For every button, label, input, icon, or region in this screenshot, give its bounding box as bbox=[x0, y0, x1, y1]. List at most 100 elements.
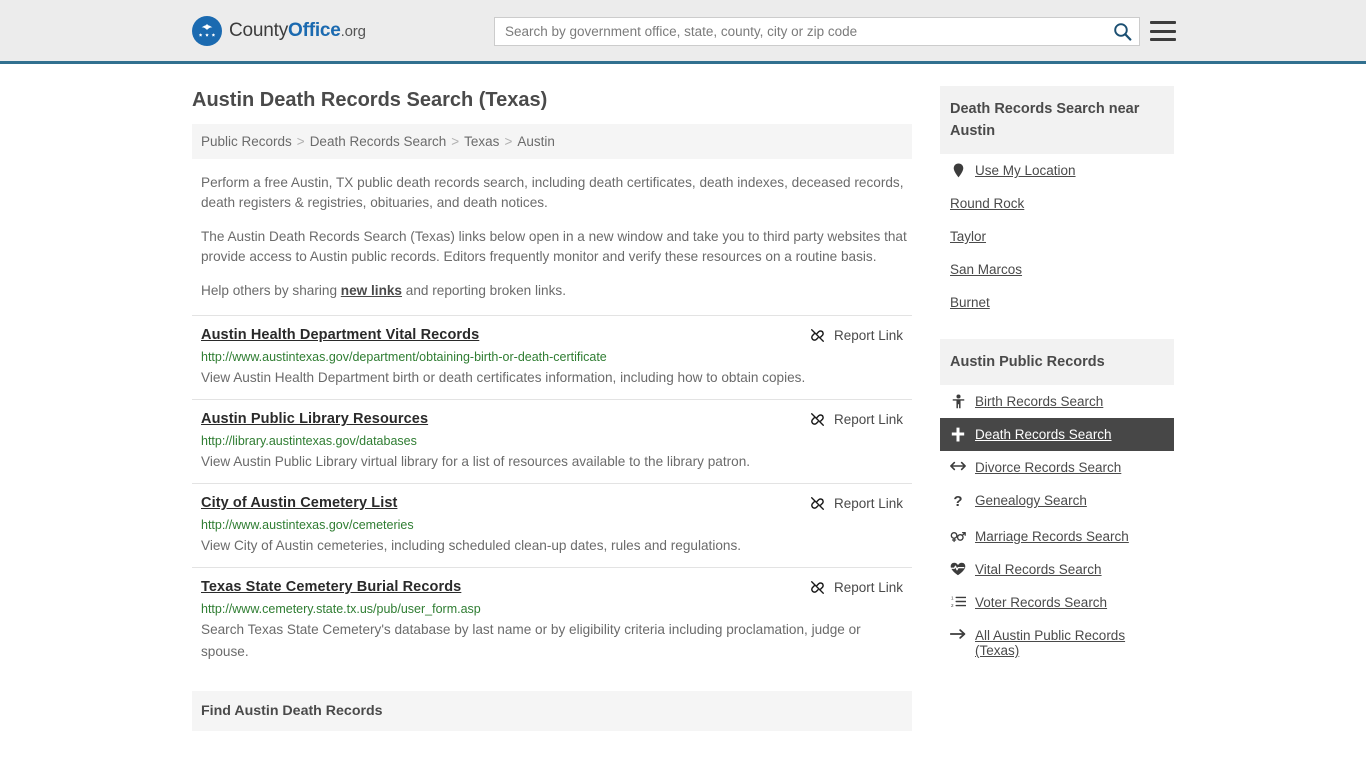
hamburger-bar bbox=[1150, 21, 1176, 24]
logo-county: County bbox=[229, 19, 289, 41]
broken-link-icon bbox=[810, 581, 824, 594]
help-line-after: and reporting broken links. bbox=[402, 283, 566, 298]
svg-text:2: 2 bbox=[951, 603, 954, 608]
sidebar-records-label[interactable]: Divorce Records Search bbox=[975, 460, 1121, 475]
report-link-button[interactable]: Report Link bbox=[789, 579, 903, 596]
report-link-button[interactable]: Report Link bbox=[789, 411, 903, 428]
sidebar-item-divorce-records-search[interactable]: Divorce Records Search bbox=[940, 451, 1174, 484]
sidebar-records-heading: Austin Public Records bbox=[940, 339, 1174, 385]
arrow-right-icon bbox=[950, 628, 966, 640]
breadcrumb-item-death-records-search[interactable]: Death Records Search bbox=[310, 134, 447, 149]
sidebar-records-label[interactable]: All Austin Public Records (Texas) bbox=[975, 628, 1164, 658]
result-title-link[interactable]: Austin Public Library Resources bbox=[201, 411, 428, 427]
result-url[interactable]: http://library.austintexas.gov/databases bbox=[201, 434, 903, 448]
broken-link-icon bbox=[810, 413, 824, 426]
search-button[interactable] bbox=[1105, 18, 1139, 45]
page-body: Austin Death Records Search (Texas) Publ… bbox=[0, 64, 1366, 731]
hamburger-bar bbox=[1150, 29, 1176, 33]
result-description: View City of Austin cemeteries, includin… bbox=[201, 538, 742, 553]
broken-link-icon bbox=[810, 329, 824, 342]
sidebar-records-label[interactable]: Death Records Search bbox=[975, 427, 1112, 442]
breadcrumb-separator: > bbox=[451, 134, 460, 149]
search-bar[interactable] bbox=[494, 17, 1140, 46]
result-url[interactable]: http://www.austintexas.gov/cemeteries bbox=[201, 518, 903, 532]
svg-text:1: 1 bbox=[951, 595, 954, 600]
result-header: City of Austin Cemetery List Report Link bbox=[201, 495, 903, 512]
report-link-label: Report Link bbox=[833, 412, 903, 427]
sidebar-near-label[interactable]: Burnet bbox=[950, 295, 990, 310]
sidebar-item-birth-records-search[interactable]: Birth Records Search bbox=[940, 385, 1174, 418]
broken-link-icon bbox=[810, 497, 824, 510]
sidebar-item-voter-records-search[interactable]: 1 2 Voter Records Search bbox=[940, 586, 1174, 619]
result-title-link[interactable]: City of Austin Cemetery List bbox=[201, 495, 397, 511]
result-description: View Austin Health Department birth or d… bbox=[201, 370, 806, 385]
result-item: Austin Health Department Vital Records R… bbox=[192, 315, 912, 399]
arrows-horizontal-icon bbox=[950, 460, 966, 472]
page-title: Austin Death Records Search (Texas) bbox=[192, 89, 548, 111]
report-link-label: Report Link bbox=[833, 328, 903, 343]
sidebar-records-label[interactable]: Birth Records Search bbox=[975, 394, 1103, 409]
sidebar-near-list: Use My Location Round Rock Taylor San Ma… bbox=[940, 154, 1174, 319]
sidebar-item-taylor[interactable]: Taylor bbox=[940, 220, 1174, 253]
hamburger-menu-icon[interactable] bbox=[1150, 19, 1176, 43]
report-link-button[interactable]: Report Link bbox=[789, 327, 903, 344]
heartbeat-icon bbox=[950, 562, 966, 576]
sidebar-records-list: Birth Records Search Death Records Searc… bbox=[940, 385, 1174, 667]
sidebar-near-label[interactable]: Use My Location bbox=[975, 163, 1076, 178]
sidebar-item-vital-records-search[interactable]: Vital Records Search bbox=[940, 553, 1174, 586]
help-line-before: Help others by sharing bbox=[201, 283, 341, 298]
sidebar-item-use-my-location[interactable]: Use My Location bbox=[940, 154, 1174, 187]
result-title-link[interactable]: Austin Health Department Vital Records bbox=[201, 327, 479, 343]
result-item: Texas State Cemetery Burial Records Repo… bbox=[192, 567, 912, 673]
result-url[interactable]: http://www.austintexas.gov/department/ob… bbox=[201, 350, 903, 364]
result-description: Search Texas State Cemetery's database b… bbox=[201, 622, 861, 659]
intro-text: Perform a free Austin, TX public death r… bbox=[192, 173, 912, 301]
venus-mars-icon bbox=[950, 529, 966, 543]
breadcrumb-item-texas[interactable]: Texas bbox=[464, 134, 499, 149]
result-title-link[interactable]: Texas State Cemetery Burial Records bbox=[201, 579, 461, 595]
sidebar-records-label[interactable]: Marriage Records Search bbox=[975, 529, 1129, 544]
breadcrumb-separator: > bbox=[296, 134, 305, 149]
result-description: View Austin Public Library virtual libra… bbox=[201, 454, 751, 469]
question-mark-icon: ? bbox=[953, 493, 963, 510]
report-link-label: Report Link bbox=[833, 496, 903, 511]
result-item: Austin Public Library Resources Report L… bbox=[192, 399, 912, 483]
map-marker-icon bbox=[950, 163, 966, 178]
sidebar-item-round-rock[interactable]: Round Rock bbox=[940, 187, 1174, 220]
sidebar-item-burnet[interactable]: Burnet bbox=[940, 286, 1174, 319]
sidebar-records-label[interactable]: Vital Records Search bbox=[975, 562, 1102, 577]
search-input[interactable] bbox=[495, 24, 1105, 39]
result-header: Texas State Cemetery Burial Records Repo… bbox=[201, 579, 903, 596]
main-content: Austin Death Records Search (Texas) Publ… bbox=[192, 64, 912, 731]
result-header: Austin Health Department Vital Records R… bbox=[201, 327, 903, 344]
sidebar-records-label[interactable]: Voter Records Search bbox=[975, 595, 1107, 610]
new-links-link[interactable]: new links bbox=[341, 283, 402, 298]
sidebar: Death Records Search near Austin Use My … bbox=[940, 64, 1174, 731]
breadcrumb-item-public-records[interactable]: Public Records bbox=[201, 134, 292, 149]
result-url[interactable]: http://www.cemetery.state.tx.us/pub/user… bbox=[201, 602, 903, 616]
find-records-heading: Find Austin Death Records bbox=[192, 691, 912, 731]
sidebar-near-label[interactable]: Round Rock bbox=[950, 196, 1024, 211]
eagle-seal-logo-icon bbox=[192, 15, 222, 46]
sidebar-item-death-records-search[interactable]: Death Records Search bbox=[940, 418, 1174, 451]
sidebar-near-heading: Death Records Search near Austin bbox=[940, 86, 1174, 154]
logo-office: Office bbox=[288, 19, 341, 41]
sidebar-records-label[interactable]: Genealogy Search bbox=[975, 493, 1087, 508]
site-logo[interactable]: CountyOffice.org bbox=[192, 15, 366, 46]
sidebar-near-label[interactable]: Taylor bbox=[950, 229, 986, 244]
sidebar-item-all-austin-public-records[interactable]: All Austin Public Records (Texas) bbox=[940, 619, 1174, 667]
hamburger-bar bbox=[1150, 38, 1176, 41]
result-item: City of Austin Cemetery List Report Link… bbox=[192, 483, 912, 567]
ordered-list-icon: 1 2 bbox=[950, 595, 966, 608]
sidebar-item-marriage-records-search[interactable]: Marriage Records Search bbox=[940, 520, 1174, 553]
sidebar-near-label[interactable]: San Marcos bbox=[950, 262, 1022, 277]
child-icon bbox=[950, 394, 966, 409]
sidebar-item-san-marcos[interactable]: San Marcos bbox=[940, 253, 1174, 286]
sidebar-item-genealogy-search[interactable]: ? Genealogy Search bbox=[940, 484, 1174, 520]
report-link-button[interactable]: Report Link bbox=[789, 495, 903, 512]
logo-org: .org bbox=[340, 22, 366, 40]
search-icon bbox=[1113, 23, 1131, 41]
breadcrumb-item-austin[interactable]: Austin bbox=[517, 134, 555, 149]
help-line: Help others by sharing new links and rep… bbox=[192, 281, 912, 301]
site-header: CountyOffice.org bbox=[0, 0, 1366, 64]
